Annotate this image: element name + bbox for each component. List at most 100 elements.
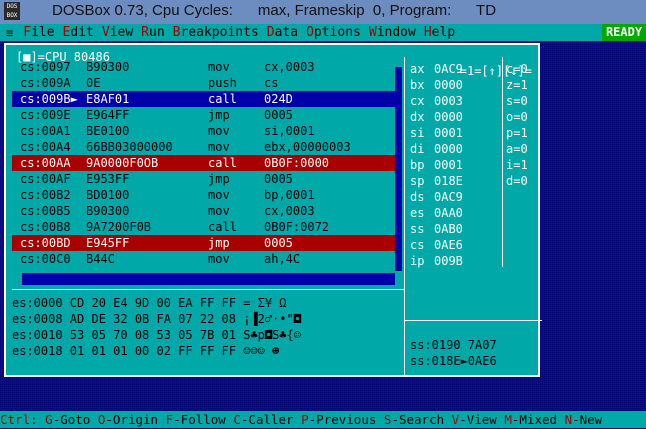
- memory-dump-pane[interactable]: es:0000 CD 20 E4 9D 00 EA FF FF = Σ¥ Ωes…: [12, 295, 404, 359]
- code-address: cs:00C0: [20, 252, 71, 266]
- code-operands: 0B0F:0072: [264, 220, 330, 234]
- register-si[interactable]: si 0001: [410, 125, 500, 141]
- status-text: -Previous: [308, 412, 384, 427]
- register-es[interactable]: es 0AA0: [410, 205, 500, 221]
- stack-pane[interactable]: ss:0190 7A07 ss:018E►0AE6: [410, 337, 540, 369]
- flag-name: a: [506, 142, 514, 156]
- registers-pane[interactable]: ax 0AC9 bx 0000 cx 0003 dx 0000 si 0001 di 0000 bp 00…: [410, 61, 500, 269]
- stack-row[interactable]: ss:018E►0AE6: [410, 353, 540, 369]
- register-ds[interactable]: ds 0AC9: [410, 189, 500, 205]
- flag-name: c: [506, 62, 514, 76]
- code-operands: cx,0003: [264, 204, 315, 218]
- flag-o[interactable]: o=0: [506, 109, 540, 125]
- dump-row[interactable]: es:0018 01 01 01 00 02 FF FF FF ☺☺☺ ☻: [12, 343, 404, 359]
- code-row[interactable]: cs:009B► E8AF01 call 024D: [12, 91, 395, 107]
- flag-name: i: [506, 158, 514, 172]
- register-cx[interactable]: cx 0003: [410, 93, 500, 109]
- code-address: cs:00A1: [20, 124, 71, 138]
- register-name: sp: [410, 174, 425, 188]
- code-operands: 024D: [264, 92, 293, 106]
- code-address: cs:00B5: [20, 204, 71, 218]
- code-mnemonic: jmp: [208, 236, 230, 250]
- code-bytes: 0E: [86, 76, 101, 90]
- code-operands: bp,0001: [264, 188, 315, 202]
- code-row[interactable]: cs:009A 0E push cs: [12, 75, 395, 91]
- code-horizontal-scrollbar[interactable]: [12, 273, 395, 285]
- dump-row[interactable]: es:0000 CD 20 E4 9D 00 EA FF FF = Σ¥ Ω: [12, 295, 404, 311]
- dump-row[interactable]: es:0010 53 05 70 08 53 05 7B 01 S♣p◘S♣{☺: [12, 327, 404, 343]
- code-operands: si,0001: [264, 124, 315, 138]
- register-value: 0000: [434, 78, 463, 92]
- status-text: -Follow: [173, 412, 234, 427]
- code-bytes: E8AF01: [86, 92, 130, 106]
- register-sp[interactable]: sp 018E: [410, 173, 500, 189]
- flag-name: s: [506, 94, 514, 108]
- flag-z[interactable]: z=1: [506, 77, 540, 93]
- register-value: 0001: [434, 158, 463, 172]
- code-mnemonic: jmp: [208, 108, 230, 122]
- code-row[interactable]: cs:00B8 9A7200F0B call 0B0F:0072: [12, 219, 395, 235]
- register-value: 018E: [434, 174, 463, 188]
- code-row[interactable]: cs:00BD E945FF jmp 0005: [12, 235, 395, 251]
- scroll-thumb[interactable]: [395, 59, 402, 67]
- flag-p[interactable]: p=1: [506, 125, 540, 141]
- status-key: P: [301, 412, 309, 427]
- code-mnemonic: mov: [208, 252, 230, 266]
- code-row[interactable]: cs:00A1 BE0100 mov si,0001: [12, 123, 395, 139]
- flag-c[interactable]: c=0: [506, 61, 540, 77]
- code-row[interactable]: cs:00A4 66BB03000000 mov ebx,00000003: [12, 139, 395, 155]
- register-dx[interactable]: dx 0000: [410, 109, 500, 125]
- flags-pane[interactable]: c=0 z=1 s=0 o=0 p=1 a=0 i=1 d=0: [506, 61, 540, 189]
- register-cs[interactable]: cs 0AE6: [410, 237, 500, 253]
- code-vertical-scrollbar[interactable]: [395, 59, 402, 271]
- window-title: DOSBox 0.73, Cpu Cycles: max, Frameskip …: [52, 2, 497, 19]
- flag-i[interactable]: i=1: [506, 157, 540, 173]
- register-name: ip: [410, 254, 425, 268]
- status-key: C: [233, 412, 241, 427]
- code-row[interactable]: cs:0097 B90300 mov cx,0003: [12, 59, 395, 75]
- flag-a[interactable]: a=0: [506, 141, 540, 157]
- code-operands: 0B0F:0000: [264, 156, 330, 170]
- code-bytes: B44C: [86, 252, 115, 266]
- code-row[interactable]: cs:00B5 B90300 mov cx,0003: [12, 203, 395, 219]
- register-name: di: [410, 142, 425, 156]
- register-ss[interactable]: ss 0AB0: [410, 221, 500, 237]
- register-value: 0AE6: [434, 238, 463, 252]
- flag-name: p: [506, 126, 514, 140]
- code-operands: 0005: [264, 108, 293, 122]
- register-name: bx: [410, 78, 425, 92]
- flag-s[interactable]: s=0: [506, 93, 540, 109]
- register-ip[interactable]: ip 009B: [410, 253, 500, 269]
- code-row[interactable]: cs:00B2 BD0100 mov bp,0001: [12, 187, 395, 203]
- stack-row[interactable]: ss:0190 7A07: [410, 337, 540, 353]
- flag-d[interactable]: d=0: [506, 173, 540, 189]
- flag-name: z: [506, 78, 514, 92]
- register-di[interactable]: di 0000: [410, 141, 500, 157]
- flag-value: 0: [520, 94, 528, 108]
- code-bytes: E945FF: [86, 236, 130, 250]
- code-row[interactable]: cs:009E E964FF jmp 0005: [12, 107, 395, 123]
- code-row[interactable]: cs:00AA 9A0000F0OB call 0B0F:0000: [12, 155, 395, 171]
- code-mnemonic: call: [208, 92, 237, 106]
- code-row[interactable]: cs:00C0 B44C mov ah,4C: [12, 251, 395, 267]
- register-ax[interactable]: ax 0AC9: [410, 61, 500, 77]
- status-key: Ctrl:: [0, 412, 38, 427]
- disassembly-pane[interactable]: cs:0097 B90300 mov cx,0003 cs:009A 0E push cs cs…: [12, 59, 395, 266]
- flag-name: o: [506, 110, 514, 124]
- status-key: V: [451, 412, 460, 427]
- code-mnemonic: mov: [208, 140, 230, 154]
- status-key: N: [564, 412, 573, 427]
- code-address: cs:009A: [20, 76, 71, 90]
- dump-row[interactable]: es:0008 AD DE 32 0B FA 07 22 08 ¡▐2♂·•"◘: [12, 311, 404, 327]
- register-bp[interactable]: bp 0001: [410, 157, 500, 173]
- flag-value: 0: [520, 142, 528, 156]
- code-row[interactable]: cs:00AF E953FF jmp 0005: [12, 171, 395, 187]
- status-bar: Ctrl: G -Goto O -Origin F -Follow C -Caller …: [0, 411, 646, 428]
- divider: [404, 320, 542, 321]
- register-value: 009B: [434, 254, 463, 268]
- ready-indicator: READY: [602, 24, 646, 41]
- scroll-left-arrow-icon[interactable]: [12, 273, 22, 285]
- cpu-window[interactable]: [■]=CPU 80486 =1=[↑][↓]= cs:0097 B90300 mo…: [4, 43, 542, 377]
- register-bx[interactable]: bx 0000: [410, 77, 500, 93]
- code-bytes: E964FF: [86, 108, 130, 122]
